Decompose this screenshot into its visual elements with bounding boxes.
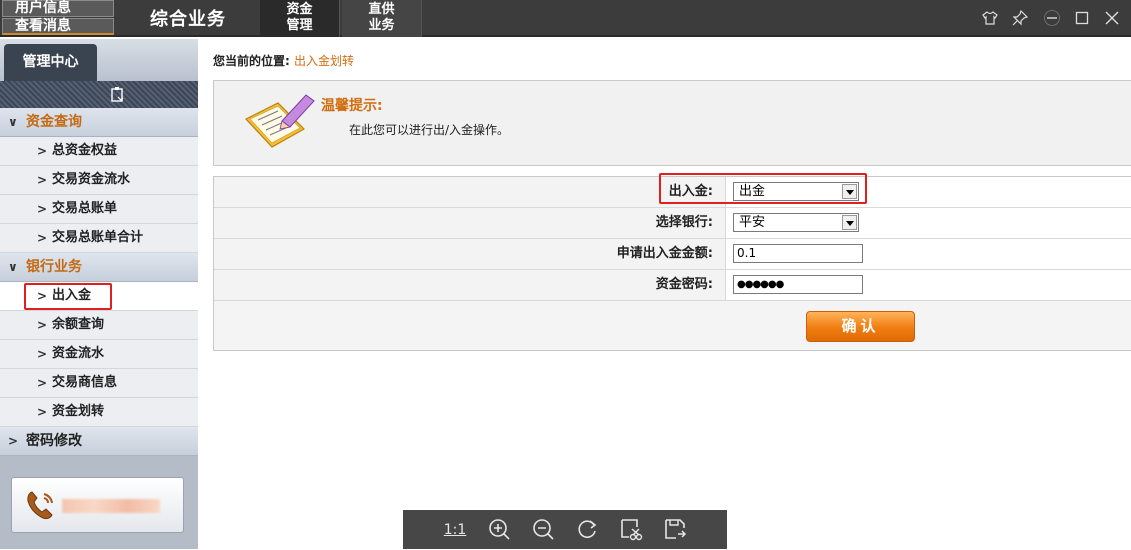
sidebar-item-label: 交易资金流水 (52, 172, 131, 187)
sidebar-tab-management-center[interactable]: 管理中心 (4, 44, 97, 81)
chevron-down-icon[interactable] (842, 215, 857, 230)
app-title: 综合业务 (150, 9, 226, 30)
form-button-row: 确认 (214, 301, 1131, 350)
breadcrumb-current[interactable]: 出入金划转 (294, 54, 354, 68)
shirt-icon[interactable] (979, 7, 1001, 29)
save-icon[interactable] (662, 517, 688, 543)
direction-field-wrap: 出金 (733, 182, 859, 201)
tab-fund-management-line2: 管理 (286, 18, 313, 33)
sidebar-item-total-statement[interactable]: > 交易总账单 (0, 195, 198, 224)
chevron-down-icon[interactable] (842, 184, 857, 199)
sidebar-group-label: 资金查询 (26, 114, 82, 130)
sidebar-item-label: 交易总账单 (52, 201, 118, 216)
password-input[interactable]: ●●●●●● (733, 275, 863, 294)
sidebar-header: 管理中心 (0, 39, 198, 81)
crop-icon[interactable] (618, 517, 644, 543)
image-viewer-toolbar: 1:1 (403, 510, 727, 549)
password-label: 资金密码: (214, 270, 726, 300)
zoom-in-icon[interactable] (486, 517, 512, 543)
chevron-down-icon: ∨ (8, 115, 18, 129)
maximize-icon[interactable] (1071, 7, 1093, 29)
phone-icon (24, 488, 58, 526)
amount-label: 申请出入金金额: (214, 239, 726, 269)
sidebar-item-total-equity[interactable]: > 总资金权益 (0, 137, 198, 166)
hotline-box (11, 477, 184, 533)
bank-label: 选择银行: (214, 208, 726, 238)
sidebar-item-fund-transfer[interactable]: > 资金划转 (0, 398, 198, 427)
sidebar-group-label: 密码修改 (26, 433, 82, 449)
tab-direct-supply[interactable]: 直供 业务 (342, 0, 422, 37)
chevron-right-icon: > (8, 434, 19, 448)
sidebar-item-label: 资金划转 (52, 404, 105, 419)
chevron-right-icon: > (37, 202, 48, 216)
breadcrumb-prefix: 您当前的位置: (213, 54, 290, 68)
chevron-right-icon: > (37, 144, 48, 158)
sidebar-item-balance-query[interactable]: > 余额查询 (0, 311, 198, 340)
tip-title: 温馨提示: (321, 98, 383, 114)
form-row-password: 资金密码: ●●●●●● (214, 270, 1131, 301)
tab-direct-supply-line2: 业务 (368, 18, 395, 33)
pin-icon[interactable] (1009, 7, 1031, 29)
view-messages-button[interactable]: 查看消息 (2, 18, 114, 35)
amount-input[interactable]: 0.1 (733, 244, 863, 263)
deposit-withdraw-form: 出入金: 出金 选择银行: 平安 申请出入金金额: 0.1 资金密码: ●●●●… (213, 173, 1131, 351)
actual-size-button[interactable]: 1:1 (442, 517, 468, 543)
chevron-right-icon: > (37, 318, 48, 332)
form-row-direction: 出入金: 出金 (214, 173, 1131, 208)
sidebar-item-label: 总资金权益 (52, 143, 118, 158)
sidebar-item-label: 资金流水 (52, 346, 105, 361)
notepad-pencil-icon (242, 89, 318, 157)
form-row-bank: 选择银行: 平安 (214, 208, 1131, 239)
sidebar-item-statement-sum[interactable]: > 交易总账单合计 (0, 224, 198, 253)
chevron-right-icon: > (37, 173, 48, 187)
direction-select[interactable]: 出金 (733, 182, 859, 201)
user-info-button[interactable]: 用户信息 (2, 0, 114, 17)
bank-select[interactable]: 平安 (733, 213, 859, 232)
direction-select-value: 出金 (739, 184, 766, 199)
sidebar-toolbar (0, 81, 198, 108)
chevron-right-icon: > (37, 376, 48, 390)
chevron-right-icon: > (37, 231, 48, 245)
tab-fund-management-line1: 资金 (286, 2, 313, 17)
sidebar-item-label: 交易总账单合计 (52, 230, 144, 245)
password-field-wrap: ●●●●●● (733, 275, 863, 294)
breadcrumb: 您当前的位置: 出入金划转 (213, 52, 354, 69)
confirm-button[interactable]: 确认 (806, 311, 915, 342)
sidebar-item-trader-info[interactable]: > 交易商信息 (0, 369, 198, 398)
sidebar-item-label: 余额查询 (52, 317, 105, 332)
main-content: 您当前的位置: 出入金划转 温馨提示: 在此您可以进行出/入金操作。 出入金: … (198, 39, 1131, 549)
sidebar-group-bank-business[interactable]: ∨ 银行业务 (0, 253, 198, 282)
top-bar: 用户信息 查看消息 综合业务 资金 管理 直供 业务 (0, 0, 1131, 37)
chevron-right-icon: > (37, 405, 48, 419)
sidebar: 管理中心 ∨ 资金查询 > 总资金权益 > 交易资金流水 > 交易总账单 > 交易总账单… (0, 39, 198, 549)
tip-text: 在此您可以进行出/入金操作。 (349, 123, 510, 137)
minimize-icon[interactable] (1041, 7, 1063, 29)
tab-direct-supply-line1: 直供 (368, 2, 395, 17)
chevron-right-icon: > (37, 347, 48, 361)
sidebar-item-fund-flow[interactable]: > 交易资金流水 (0, 166, 198, 195)
bank-select-value: 平安 (739, 215, 766, 230)
form-row-amount: 申请出入金金额: 0.1 (214, 239, 1131, 270)
zoom-out-icon[interactable] (530, 517, 556, 543)
clipboard-icon[interactable] (110, 86, 124, 106)
tab-fund-management[interactable]: 资金 管理 (260, 0, 340, 37)
sidebar-group-password-change[interactable]: > 密码修改 (0, 427, 198, 456)
sidebar-group-fund-query[interactable]: ∨ 资金查询 (0, 108, 198, 137)
sidebar-item-label: 交易商信息 (52, 375, 118, 390)
sidebar-item-fund-flow-bank[interactable]: > 资金流水 (0, 340, 198, 369)
bank-field-wrap: 平安 (733, 213, 859, 232)
amount-field-wrap: 0.1 (733, 244, 863, 263)
chevron-right-icon: > (37, 289, 48, 303)
direction-label: 出入金: (214, 177, 726, 207)
tip-panel: 温馨提示: 在此您可以进行出/入金操作。 (213, 80, 1131, 166)
close-icon[interactable] (1101, 7, 1123, 29)
rotate-icon[interactable] (574, 517, 600, 543)
hotline-number-redacted (62, 499, 160, 513)
chevron-down-icon: ∨ (8, 260, 18, 274)
sidebar-item-deposit-withdraw[interactable]: > 出入金 (0, 282, 198, 311)
sidebar-group-label: 银行业务 (26, 259, 82, 275)
